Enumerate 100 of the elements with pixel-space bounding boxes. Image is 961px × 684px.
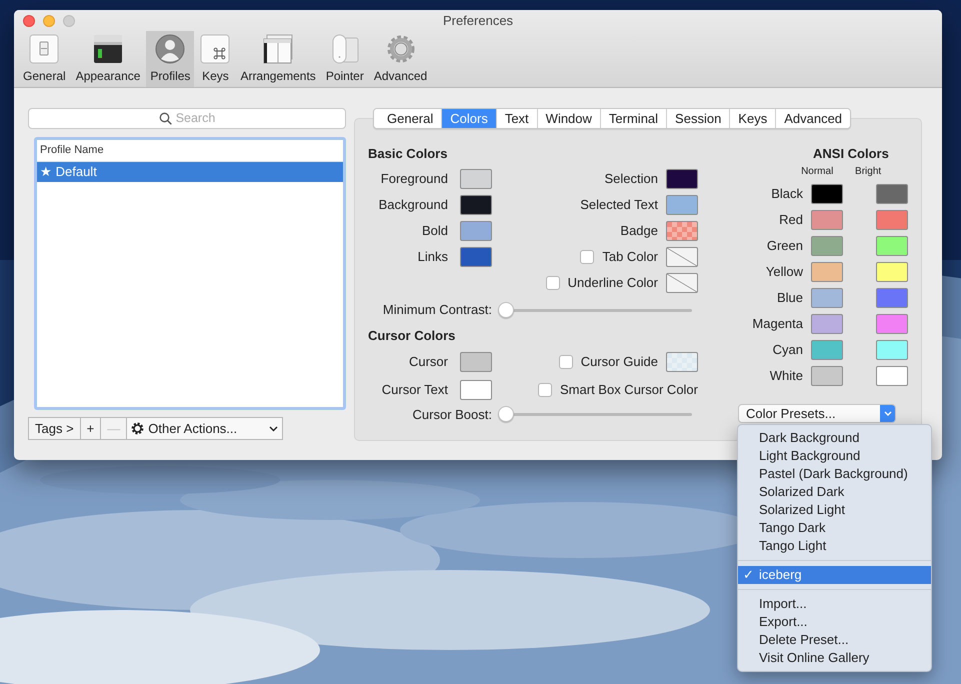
color-label: Cursor Text (382, 380, 448, 399)
color-label: Red (778, 211, 803, 230)
column-header: Normal (800, 165, 834, 178)
menu-item[interactable]: Import... (738, 595, 931, 613)
menu-item[interactable]: Pastel (Dark Background) (738, 465, 931, 483)
color-well[interactable] (811, 366, 843, 386)
color-well[interactable] (666, 195, 698, 215)
gear-icon (386, 34, 416, 64)
menu-item[interactable]: Tango Light (738, 537, 931, 555)
color-well[interactable] (460, 221, 492, 241)
person-icon (155, 34, 186, 64)
color-well[interactable] (460, 352, 492, 372)
menu-item[interactable]: Dark Background (738, 429, 931, 447)
search-icon (158, 112, 172, 125)
menu-item[interactable]: Solarized Light (738, 501, 931, 519)
menu-item[interactable]: ✓ iceberg (738, 566, 931, 584)
color-well[interactable] (811, 340, 843, 360)
color-label: Cursor Guide (580, 352, 658, 371)
color-label: Blue (776, 289, 803, 308)
toolbar-button[interactable]: Keys (196, 31, 234, 87)
toolbar-button[interactable]: Pointer (322, 31, 368, 87)
tab[interactable]: Keys (729, 109, 776, 128)
menu-item[interactable]: Tango Dark (738, 519, 931, 537)
color-label: Yellow (764, 263, 803, 282)
color-label: Magenta (751, 315, 803, 334)
toolbar-button[interactable]: + (80, 417, 102, 440)
menu-item[interactable]: Export... (738, 613, 931, 631)
color-well[interactable] (460, 195, 492, 215)
color-label: Bold (422, 222, 448, 240)
color-well[interactable] (876, 288, 908, 308)
color-label: Cursor (408, 352, 448, 371)
color-well[interactable] (811, 262, 843, 282)
color-presets-dropdown[interactable]: Color Presets... (738, 404, 896, 423)
menu-item[interactable]: Light Background (738, 447, 931, 465)
color-well[interactable] (666, 221, 698, 241)
toolbar-button[interactable]: Profiles (146, 31, 194, 87)
color-well[interactable] (666, 169, 698, 189)
profile-row[interactable]: ★ Default (37, 162, 343, 182)
slider-label: Cursor Boost: (412, 406, 492, 424)
color-label: Underline Color (568, 274, 658, 292)
toolbar-button[interactable]: Advanced (370, 31, 432, 87)
close-button[interactable] (23, 15, 35, 27)
toolbar-button[interactable]: Arrangements (236, 31, 320, 87)
color-well[interactable] (876, 366, 908, 386)
color-well[interactable] (876, 314, 908, 334)
color-well[interactable] (811, 314, 843, 334)
color-well[interactable] (460, 169, 492, 189)
color-well[interactable] (811, 288, 843, 308)
color-well[interactable] (876, 184, 908, 204)
toolbar-button[interactable]: Appearance (72, 31, 144, 87)
section-heading: Cursor Colors (368, 326, 456, 344)
toggle-switch-icon (29, 34, 60, 64)
window-layout-icon (263, 34, 294, 64)
color-well[interactable] (811, 236, 843, 256)
chevron-down-icon (269, 426, 278, 432)
tab[interactable]: Text (496, 109, 537, 128)
color-well[interactable] (811, 184, 843, 204)
tab[interactable]: Terminal (600, 109, 666, 128)
section-heading: ANSI Colors (813, 145, 890, 162)
tab[interactable]: Advanced (775, 109, 850, 128)
color-label: Cyan (772, 341, 803, 360)
slider[interactable] (498, 406, 692, 422)
menu-item[interactable]: Visit Online Gallery (738, 649, 931, 667)
command-key-icon (200, 34, 230, 64)
minimize-button[interactable] (43, 15, 55, 27)
toolbar-button[interactable]: Tags > (28, 417, 81, 440)
color-well[interactable] (876, 236, 908, 256)
tab[interactable]: Session (666, 109, 730, 128)
color-label: Badge (620, 222, 658, 240)
color-label: Black (770, 185, 803, 204)
menu-item[interactable]: Solarized Dark (738, 483, 931, 501)
mouse-icon (330, 34, 360, 64)
color-label: White (768, 367, 803, 386)
color-label: Selected Text (580, 196, 658, 214)
color-label: Background (378, 196, 448, 214)
color-label: Tab Color (602, 248, 658, 266)
color-well[interactable] (876, 340, 908, 360)
checkbox[interactable] (580, 250, 594, 264)
tab[interactable]: General (374, 109, 442, 128)
color-well[interactable] (876, 210, 908, 230)
checkbox[interactable] (546, 276, 560, 290)
section-heading: Basic Colors (368, 145, 448, 162)
color-well[interactable] (811, 210, 843, 230)
color-well[interactable] (666, 247, 698, 267)
gear-icon (131, 422, 144, 435)
color-well[interactable] (460, 247, 492, 267)
color-well[interactable] (666, 352, 698, 372)
color-well[interactable] (666, 273, 698, 293)
other-actions-dropdown[interactable]: Other Actions... (126, 417, 284, 440)
toolbar-button[interactable]: General (19, 31, 70, 87)
chevron-down-icon (884, 411, 892, 416)
color-well[interactable] (876, 262, 908, 282)
tab[interactable]: Window (536, 109, 600, 128)
color-well[interactable] (460, 380, 492, 400)
zoom-button[interactable] (63, 15, 75, 27)
color-label: Links (418, 248, 448, 266)
slider[interactable] (498, 302, 692, 318)
checkbox[interactable] (538, 382, 552, 396)
slider-label: Minimum Contrast: (382, 301, 492, 319)
menu-item[interactable]: Delete Preset... (738, 631, 931, 649)
